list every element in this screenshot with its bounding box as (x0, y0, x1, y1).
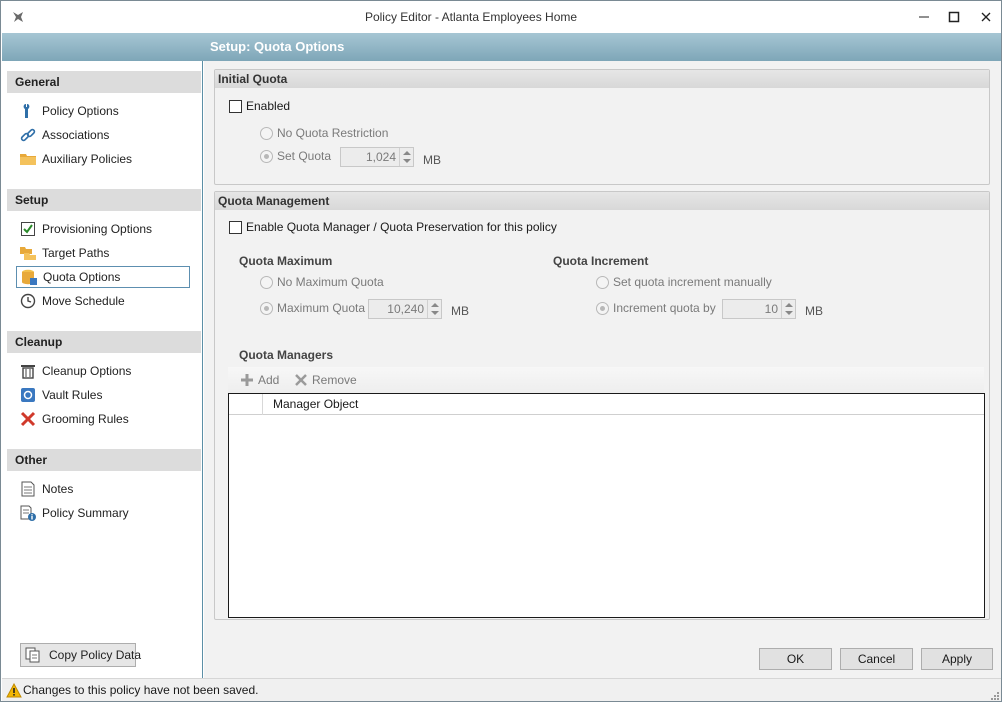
page-title: Setup: Quota Options (210, 39, 345, 54)
set-increment-manually-label: Set quota increment manually (613, 275, 772, 289)
cancel-button[interactable]: Cancel (840, 648, 913, 670)
quota-managers-table[interactable]: Manager Object (228, 393, 985, 618)
remove-x-icon (294, 373, 308, 387)
maximum-quota-unit: MB (451, 304, 469, 318)
table-header: Manager Object (229, 394, 984, 415)
sidebar-item-grooming-rules[interactable]: Grooming Rules (16, 408, 190, 430)
wrench-icon (20, 103, 36, 119)
sidebar-item-cleanup-options[interactable]: Cleanup Options (16, 360, 190, 382)
enabled-label: Enabled (246, 99, 291, 113)
title-bar: Policy Editor - Atlanta Employees Home (1, 1, 1001, 33)
page-header: Setup: Quota Options (2, 33, 1001, 61)
increment-quota-stepper[interactable]: 10 (722, 299, 796, 319)
sidebar: General Policy Options Associations Auxi… (2, 61, 203, 678)
initial-quota-heading: Initial Quota (215, 70, 989, 88)
warning-icon (6, 682, 22, 698)
sidebar-item-quota-options[interactable]: Quota Options (16, 266, 190, 288)
sidebar-item-move-schedule[interactable]: Move Schedule (16, 290, 190, 312)
remove-manager-button[interactable]: Remove (294, 367, 357, 393)
sidebar-item-associations[interactable]: Associations (16, 124, 190, 146)
summary-icon (20, 505, 36, 521)
sidebar-item-vault-rules[interactable]: Vault Rules (16, 384, 190, 406)
initial-quota-group: Initial Quota Enabled No Quota Restricti… (214, 69, 990, 185)
sidebar-item-auxiliary-policies[interactable]: Auxiliary Policies (16, 148, 190, 170)
set-quota-unit: MB (423, 153, 441, 167)
row-selector-column (229, 394, 263, 415)
increment-quota-spin-arrows[interactable] (781, 300, 795, 318)
folder-tree-icon (20, 245, 36, 261)
increment-quota-by-label: Increment quota by (613, 301, 716, 315)
set-quota-label: Set Quota (277, 149, 332, 163)
add-manager-button[interactable]: Add (240, 367, 279, 393)
link-icon (20, 127, 36, 143)
copy-icon (25, 647, 41, 663)
no-quota-restriction-label: No Quota Restriction (277, 126, 389, 140)
enable-quota-manager-checkbox[interactable] (229, 221, 242, 234)
trash-icon (20, 363, 36, 379)
section-other: Other (7, 449, 201, 471)
set-quota-spin-arrows[interactable] (399, 148, 413, 166)
section-setup: Setup (7, 189, 201, 211)
status-text: Changes to this policy have not been sav… (23, 683, 259, 697)
maximum-quota-radio[interactable] (260, 302, 273, 315)
set-quota-radio[interactable] (260, 150, 273, 163)
quota-managers-heading: Quota Managers (239, 348, 334, 362)
x-icon (20, 411, 36, 427)
status-bar: Changes to this policy have not been sav… (2, 678, 1001, 701)
no-maximum-quota-radio[interactable] (260, 276, 273, 289)
sidebar-item-policy-options[interactable]: Policy Options (16, 100, 190, 122)
enable-quota-manager-label: Enable Quota Manager / Quota Preservatio… (246, 220, 557, 234)
close-button[interactable] (969, 1, 1002, 33)
minimize-button[interactable] (907, 1, 941, 33)
sidebar-item-provisioning-options[interactable]: Provisioning Options (16, 218, 190, 240)
quota-managers-toolbar: Add Remove (228, 367, 984, 393)
set-increment-manually-radio[interactable] (596, 276, 609, 289)
no-quota-restriction-radio[interactable] (260, 127, 273, 140)
checkbox-icon (20, 221, 36, 237)
main-panel: Initial Quota Enabled No Quota Restricti… (204, 61, 1001, 678)
resize-grip-icon[interactable] (989, 689, 999, 700)
sidebar-item-target-paths[interactable]: Target Paths (16, 242, 190, 264)
no-maximum-quota-label: No Maximum Quota (277, 275, 384, 289)
apply-button[interactable]: Apply (921, 648, 993, 670)
increment-quota-unit: MB (805, 304, 823, 318)
sidebar-item-policy-summary[interactable]: Policy Summary (16, 502, 190, 524)
increment-quota-value: 10 (764, 302, 778, 316)
sidebar-item-notes[interactable]: Notes (16, 478, 190, 500)
notes-icon (20, 481, 36, 497)
maximum-quota-value: 10,240 (387, 302, 424, 316)
section-cleanup: Cleanup (7, 331, 201, 353)
column-manager-object[interactable]: Manager Object (273, 394, 358, 415)
quota-maximum-heading: Quota Maximum (239, 254, 333, 268)
maximum-quota-label: Maximum Quota (277, 301, 366, 315)
database-icon (21, 269, 37, 285)
quota-increment-heading: Quota Increment (553, 254, 649, 268)
plus-icon (240, 373, 254, 387)
enabled-checkbox[interactable] (229, 100, 242, 113)
maximum-quota-spin-arrows[interactable] (427, 300, 441, 318)
set-quota-stepper[interactable]: 1,024 (340, 147, 414, 167)
section-general: General (7, 71, 201, 93)
maximum-quota-stepper[interactable]: 10,240 (368, 299, 442, 319)
window-title: Policy Editor - Atlanta Employees Home (364, 10, 578, 24)
vault-icon (20, 387, 36, 403)
copy-policy-data-button[interactable]: Copy Policy Data (20, 643, 141, 667)
maximize-button[interactable] (937, 1, 971, 33)
ok-button[interactable]: OK (759, 648, 832, 670)
folder-icon (20, 151, 36, 167)
set-quota-value: 1,024 (365, 150, 396, 164)
quota-management-heading: Quota Management (215, 192, 989, 210)
clock-icon (20, 293, 36, 309)
increment-quota-by-radio[interactable] (596, 302, 609, 315)
policy-editor-window: Policy Editor - Atlanta Employees Home S… (0, 0, 1002, 702)
